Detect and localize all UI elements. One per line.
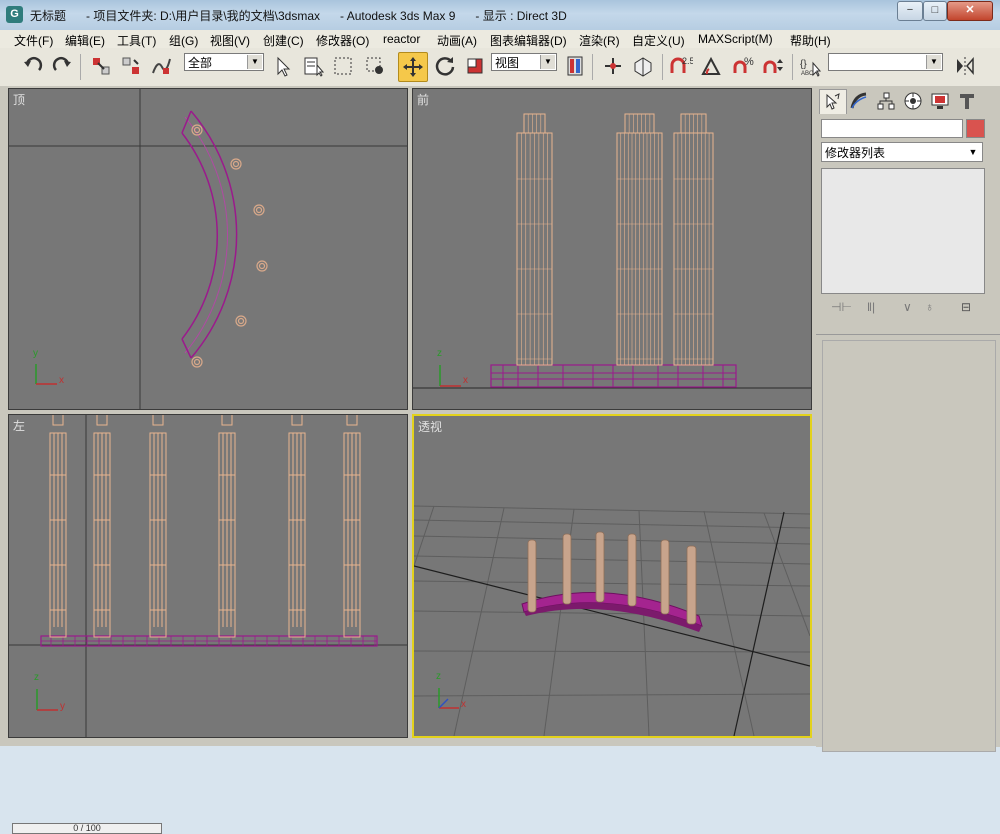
menu-views[interactable]: 视图(V) (210, 32, 250, 49)
axis-y-label: y (33, 348, 38, 359)
toolbar-separator (592, 54, 593, 80)
menu-rendering[interactable]: 渲染(R) (579, 32, 620, 49)
redo-icon[interactable] (49, 53, 75, 79)
configure-modifier-sets-icon[interactable]: ⊟ (961, 300, 971, 314)
axis-z-label: z (436, 671, 441, 682)
viewport-front[interactable]: 前 z x (412, 88, 812, 410)
bind-to-space-warp-icon[interactable] (148, 53, 174, 79)
select-and-manipulate-icon[interactable] (600, 53, 626, 79)
menu-edit[interactable]: 编辑(E) (65, 32, 105, 49)
reference-coordinate-value: 视图 (495, 56, 520, 70)
toolbar-separator (662, 54, 663, 80)
motion-tab-icon[interactable] (900, 89, 926, 113)
menu-maxscript[interactable]: MAXScript(M) (698, 32, 773, 46)
object-name-field[interactable] (821, 119, 963, 138)
menu-bar: 文件(F) 编辑(E) 工具(T) 组(G) 视图(V) 创建(C) 修改器(O… (0, 30, 1000, 48)
rollout-area (816, 334, 1000, 752)
axis-x-label: x (461, 699, 466, 710)
modifier-list-dropdown[interactable]: 修改器列表 ▼ (821, 142, 983, 162)
rectangular-selection-icon[interactable] (330, 53, 356, 79)
modify-tab-icon[interactable] (846, 89, 872, 113)
chevron-down-icon: ▼ (247, 55, 262, 69)
modifier-stack[interactable] (821, 168, 985, 294)
chevron-down-icon: ▼ (540, 55, 555, 69)
keyboard-shortcut-override-icon[interactable] (630, 53, 656, 79)
select-and-link-icon[interactable] (88, 53, 114, 79)
axis-x-label: x (59, 375, 64, 386)
menu-tools[interactable]: 工具(T) (117, 32, 156, 49)
menu-create[interactable]: 创建(C) (263, 32, 304, 49)
edit-named-selection-sets-icon[interactable]: {} ABC (798, 53, 824, 79)
named-selection-sets-dropdown[interactable]: ▼ (828, 53, 943, 71)
axis-z-label: z (437, 348, 442, 359)
undo-icon[interactable] (20, 53, 46, 79)
unlink-selection-icon[interactable] (118, 53, 144, 79)
svg-text:ABC: ABC (801, 71, 814, 77)
display-tab-icon[interactable] (927, 89, 953, 113)
menu-reactor[interactable]: reactor (383, 32, 420, 46)
select-and-move-icon[interactable] (398, 52, 428, 82)
minimize-button[interactable]: − (897, 1, 923, 21)
remove-modifier-icon[interactable]: ♁ (925, 300, 934, 314)
modifier-list-label: 修改器列表 (825, 146, 886, 160)
window-crossing-icon[interactable] (362, 53, 388, 79)
viewport-left[interactable]: 左 z y (8, 414, 408, 738)
rollout-panel (822, 340, 996, 752)
svg-text:2.5: 2.5 (682, 56, 693, 66)
time-slider-frame: 0 / 100 (73, 823, 101, 833)
utilities-tab-icon[interactable] (954, 89, 980, 113)
svg-text:%: % (744, 56, 754, 68)
viewport-area: 顶 y x 前 z x 左 z y 透视 z x 0 / 100 (0, 86, 816, 834)
create-tab-icon[interactable] (819, 89, 847, 114)
viewport-top[interactable]: 顶 y x (8, 88, 408, 410)
select-object-icon[interactable] (270, 53, 296, 79)
selection-filter-dropdown[interactable]: 全部 ▼ (184, 53, 264, 71)
select-and-rotate-icon[interactable] (432, 53, 458, 79)
app-logo-icon[interactable]: G (6, 6, 23, 23)
chevron-down-icon: ▼ (968, 147, 978, 157)
select-by-name-icon[interactable] (300, 53, 326, 79)
maximize-button[interactable]: □ (923, 1, 947, 21)
menu-file[interactable]: 文件(F) (14, 32, 53, 49)
show-end-result-icon[interactable]: ‖| (867, 300, 875, 314)
command-panel: 修改器列表 ▼ ⊣⊢ ‖| ∨ ♁ ⊟ (816, 86, 1000, 752)
percent-snap-toggle-icon[interactable]: % (730, 53, 756, 79)
menu-animation[interactable]: 动画(A) (437, 32, 477, 49)
toolbar-separator (80, 54, 81, 80)
toolbar-separator (792, 54, 793, 80)
reference-coordinate-dropdown[interactable]: 视图 ▼ (491, 53, 557, 71)
object-color-swatch[interactable] (966, 119, 985, 138)
axis-y-label: y (60, 701, 65, 712)
chevron-down-icon: ▼ (926, 55, 941, 69)
select-and-scale-icon[interactable] (462, 53, 488, 79)
menu-help[interactable]: 帮助(H) (790, 32, 831, 49)
menu-graph-editors[interactable]: 图表编辑器(D) (490, 32, 567, 49)
menu-customize[interactable]: 自定义(U) (632, 32, 685, 49)
make-unique-icon[interactable]: ∨ (903, 300, 912, 314)
viewport-perspective[interactable]: 透视 z x (412, 414, 812, 738)
hierarchy-tab-icon[interactable] (873, 89, 899, 113)
stack-buttons: ⊣⊢ ‖| ∨ ♁ ⊟ (821, 296, 983, 320)
snaps-toggle-icon[interactable]: 2.5 (668, 53, 694, 79)
menu-modifiers[interactable]: 修改器(O) (316, 32, 369, 49)
mirror-icon[interactable] (952, 53, 978, 79)
selection-filter-value: 全部 (188, 56, 213, 70)
window-title: 无标题 - 项目文件夹: D:\用户目录\我的文档\3dsmax - Autod… (30, 9, 567, 23)
menu-group[interactable]: 组(G) (169, 32, 198, 49)
main-toolbar: 全部 ▼ 视图 ▼ 2.5 % {} ABC ▼ (0, 48, 1000, 87)
close-button[interactable]: ✕ (947, 1, 993, 21)
axis-x-label: x (463, 375, 468, 386)
title-bar: G 无标题 - 项目文件夹: D:\用户目录\我的文档\3dsmax - Aut… (0, 0, 1000, 30)
pin-stack-icon[interactable]: ⊣⊢ (831, 300, 852, 314)
svg-text:{}: {} (800, 59, 807, 70)
spinner-snap-toggle-icon[interactable] (760, 53, 786, 79)
time-slider[interactable]: 0 / 100 (12, 823, 162, 834)
angle-snap-toggle-icon[interactable] (698, 53, 724, 79)
axis-z-label: z (34, 672, 39, 683)
use-pivot-center-icon[interactable] (562, 53, 588, 79)
